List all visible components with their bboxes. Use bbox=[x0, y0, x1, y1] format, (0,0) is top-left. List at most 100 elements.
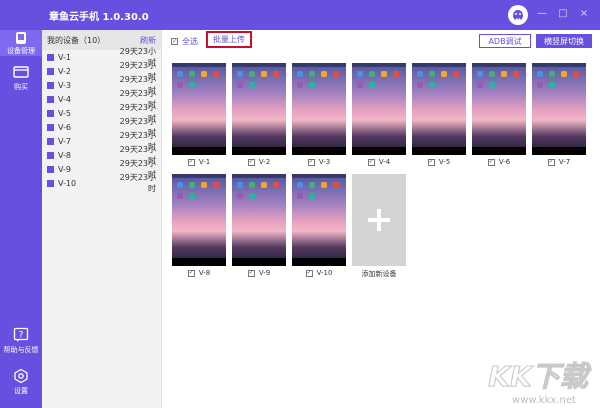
app-icon bbox=[501, 71, 507, 77]
device-name: V-9 bbox=[58, 164, 71, 174]
checkbox-icon[interactable]: ✓ bbox=[305, 269, 313, 277]
device-remaining-time: 29天23小时 bbox=[119, 173, 156, 193]
app-icon bbox=[309, 193, 315, 199]
checkbox-icon[interactable]: ✓ bbox=[487, 158, 495, 166]
app-icon bbox=[321, 182, 327, 188]
device-name: V-10 bbox=[58, 178, 77, 188]
add-device-card[interactable]: 添加新设备 bbox=[352, 174, 406, 279]
checkbox-icon[interactable]: ✓ bbox=[427, 158, 435, 166]
sidebar-item-device-management[interactable]: 设备管理 bbox=[0, 30, 42, 56]
phone-label[interactable]: ✓ V-3 bbox=[292, 158, 346, 166]
phone-label[interactable]: ✓ V-8 bbox=[172, 269, 226, 277]
sidebar-item-help-feedback[interactable]: ? 帮助与反馈 bbox=[0, 325, 42, 357]
phone-screen-preview[interactable] bbox=[472, 63, 526, 155]
checkbox-icon[interactable] bbox=[47, 109, 54, 117]
checkbox-icon[interactable] bbox=[47, 95, 54, 103]
phone-screen-preview[interactable] bbox=[292, 174, 346, 266]
adb-debug-button[interactable]: ADB调试 bbox=[479, 34, 531, 48]
app-icon bbox=[489, 71, 495, 77]
phone-name: V-3 bbox=[318, 158, 331, 166]
app-icon bbox=[237, 82, 243, 88]
checkbox-icon[interactable] bbox=[47, 179, 54, 187]
checkbox-icon[interactable]: ✓ bbox=[367, 158, 375, 166]
svg-text:?: ? bbox=[19, 331, 24, 341]
phone-card[interactable]: ✓ V-3 bbox=[292, 63, 346, 166]
phone-label[interactable]: ✓ V-9 bbox=[232, 269, 286, 277]
phone-card[interactable]: ✓ V-9 bbox=[232, 174, 286, 277]
checkbox-icon[interactable] bbox=[47, 81, 54, 89]
phone-card[interactable]: ✓ V-8 bbox=[172, 174, 226, 277]
batch-upload-button[interactable]: 批量上传 bbox=[206, 31, 252, 48]
phone-screen-preview[interactable] bbox=[412, 63, 466, 155]
sidebar-item-purchase[interactable]: 购买 bbox=[0, 62, 42, 94]
app-icon bbox=[549, 82, 555, 88]
status-bar bbox=[172, 174, 226, 178]
phone-label[interactable]: ✓ V-2 bbox=[232, 158, 286, 166]
phone-card[interactable]: ✓ V-7 bbox=[532, 63, 586, 166]
checkbox-icon[interactable]: ✓ bbox=[247, 269, 255, 277]
phone-card[interactable]: ✓ V-2 bbox=[232, 63, 286, 166]
app-icon bbox=[309, 71, 315, 77]
phone-screen-preview[interactable] bbox=[292, 63, 346, 155]
phone-card[interactable]: ✓ V-1 bbox=[172, 63, 226, 166]
close-button[interactable]: × bbox=[577, 7, 591, 21]
phone-label[interactable]: ✓ V-7 bbox=[532, 158, 586, 166]
maximize-button[interactable]: □ bbox=[556, 7, 570, 21]
checkbox-icon[interactable]: ✓ bbox=[307, 158, 315, 166]
app-icon bbox=[297, 193, 303, 199]
app-icon bbox=[429, 71, 435, 77]
phone-name: V-5 bbox=[438, 158, 451, 166]
checkbox-icon[interactable] bbox=[47, 151, 54, 159]
add-device-tile[interactable] bbox=[352, 174, 406, 266]
checkbox-icon[interactable] bbox=[47, 123, 54, 131]
app-icon bbox=[177, 71, 183, 77]
checkbox-icon[interactable]: ✓ bbox=[187, 158, 195, 166]
navigation-bar bbox=[232, 147, 286, 155]
status-bar bbox=[532, 63, 586, 67]
phone-card[interactable]: ✓ V-6 bbox=[472, 63, 526, 166]
device-name: V-7 bbox=[58, 136, 71, 146]
checkbox-icon[interactable] bbox=[47, 53, 54, 61]
refresh-button[interactable]: 刷新 bbox=[140, 35, 156, 46]
phone-screen-preview[interactable] bbox=[172, 174, 226, 266]
sidebar-item-label: 购买 bbox=[14, 83, 28, 91]
checkbox-icon[interactable] bbox=[47, 165, 54, 173]
phone-label[interactable]: ✓ V-10 bbox=[292, 269, 346, 277]
app-icon bbox=[177, 193, 183, 199]
sidebar-item-settings[interactable]: 设置 bbox=[0, 366, 42, 398]
phone-screen-preview[interactable] bbox=[532, 63, 586, 155]
orientation-switch-button[interactable]: 横竖屏切换 bbox=[536, 34, 592, 48]
phone-card[interactable]: ✓ V-10 bbox=[292, 174, 346, 277]
navigation-bar bbox=[532, 147, 586, 155]
select-all-checkbox[interactable]: ✓ 全选 bbox=[171, 36, 198, 47]
phone-screen-preview[interactable] bbox=[232, 174, 286, 266]
phone-screen-preview[interactable] bbox=[352, 63, 406, 155]
phone-name: V-4 bbox=[378, 158, 391, 166]
checkbox-icon[interactable]: ✓ bbox=[547, 158, 555, 166]
app-icon bbox=[477, 71, 483, 77]
phone-label[interactable]: ✓ V-6 bbox=[472, 158, 526, 166]
phone-card[interactable]: ✓ V-5 bbox=[412, 63, 466, 166]
device-list-item[interactable]: V-10 29天23小时 bbox=[42, 173, 161, 193]
app-icon bbox=[417, 71, 423, 77]
app-icon bbox=[333, 182, 339, 188]
phone-card[interactable]: ✓ V-4 bbox=[352, 63, 406, 166]
app-icon bbox=[177, 82, 183, 88]
phone-label[interactable]: ✓ V-4 bbox=[352, 158, 406, 166]
app-icon bbox=[237, 182, 243, 188]
phone-screen-preview[interactable] bbox=[172, 63, 226, 155]
avatar[interactable] bbox=[508, 5, 528, 25]
device-name: V-8 bbox=[58, 150, 71, 160]
app-icon bbox=[177, 182, 183, 188]
phone-label[interactable]: ✓ V-5 bbox=[412, 158, 466, 166]
app-icon bbox=[561, 71, 567, 77]
checkbox-icon[interactable]: ✓ bbox=[247, 158, 255, 166]
minimize-button[interactable]: — bbox=[535, 7, 549, 21]
checkbox-icon[interactable] bbox=[47, 67, 54, 75]
checkbox-icon[interactable]: ✓ bbox=[187, 269, 195, 277]
phone-label[interactable]: ✓ V-1 bbox=[172, 158, 226, 166]
app-icon bbox=[513, 71, 519, 77]
phone-screen-preview[interactable] bbox=[232, 63, 286, 155]
checkbox-icon[interactable] bbox=[47, 137, 54, 145]
app-icon bbox=[213, 182, 219, 188]
